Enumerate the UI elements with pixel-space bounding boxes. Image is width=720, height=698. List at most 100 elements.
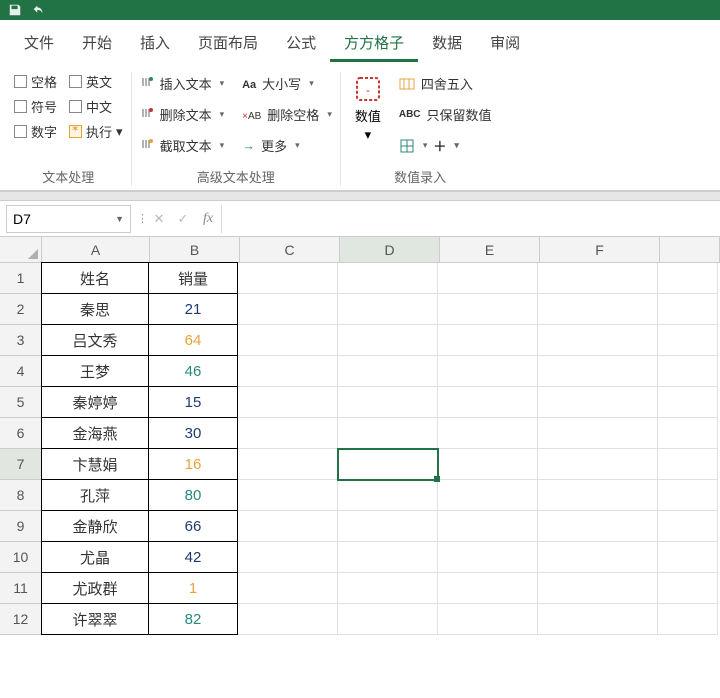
cell-E7[interactable] (438, 449, 538, 480)
cancel-formula-button[interactable]: ✕ (147, 211, 171, 227)
btn-删除文本[interactable]: 删除文本▾ (140, 103, 225, 126)
cell-B1[interactable]: 销量 (148, 262, 238, 294)
cell-F5[interactable] (538, 387, 658, 418)
numeric-button[interactable]: - 数值 ▾ (349, 72, 387, 145)
undo-icon[interactable] (32, 3, 46, 17)
cell-A2[interactable]: 秦思 (41, 293, 149, 325)
cell-B10[interactable]: 42 (148, 541, 238, 573)
btn-插入文本[interactable]: 插入文本▾ (140, 72, 225, 95)
cell-F3[interactable] (538, 325, 658, 356)
tab-公式[interactable]: 公式 (272, 26, 330, 62)
row-header-1[interactable]: 1 (0, 263, 42, 294)
cell-A10[interactable]: 尤晶 (41, 541, 149, 573)
row-header-10[interactable]: 10 (0, 542, 42, 573)
col-header-F[interactable]: F (540, 237, 660, 262)
row-header-8[interactable]: 8 (0, 480, 42, 511)
cell-B5[interactable]: 15 (148, 386, 238, 418)
formula-input[interactable] (221, 205, 720, 233)
checkbox-中文[interactable]: 中文 (69, 97, 112, 116)
tab-文件[interactable]: 文件 (10, 26, 68, 62)
add-button[interactable]: ＋▾ (433, 134, 459, 157)
cell-B6[interactable]: 30 (148, 417, 238, 449)
cell-D7[interactable] (338, 449, 438, 480)
col-header-E[interactable]: E (440, 237, 540, 262)
cell-D2[interactable] (338, 294, 438, 325)
cell-A8[interactable]: 孔萍 (41, 479, 149, 511)
cell-B7[interactable]: 16 (148, 448, 238, 480)
cell-F11[interactable] (538, 573, 658, 604)
cell-C10[interactable] (238, 542, 338, 573)
cell-D5[interactable] (338, 387, 438, 418)
cell-D6[interactable] (338, 418, 438, 449)
cell-A3[interactable]: 吕文秀 (41, 324, 149, 356)
cell-C11[interactable] (238, 573, 338, 604)
row-header-2[interactable]: 2 (0, 294, 42, 325)
cell-F4[interactable] (538, 356, 658, 387)
cell-C4[interactable] (238, 356, 338, 387)
cell-D3[interactable] (338, 325, 438, 356)
cell-A6[interactable]: 金海燕 (41, 417, 149, 449)
keep-numeric-button[interactable]: ABC 只保留数值 (399, 103, 492, 126)
cell-A9[interactable]: 金静欣 (41, 510, 149, 542)
cell-B2[interactable]: 21 (148, 293, 238, 325)
cell-C7[interactable] (238, 449, 338, 480)
cell-E2[interactable] (438, 294, 538, 325)
chevron-down-icon[interactable]: ▼ (115, 214, 124, 224)
row-header-4[interactable]: 4 (0, 356, 42, 387)
cell-F10[interactable] (538, 542, 658, 573)
format-button[interactable]: ▾ (399, 136, 428, 156)
cell-E11[interactable] (438, 573, 538, 604)
cell-B4[interactable]: 46 (148, 355, 238, 387)
cell-F2[interactable] (538, 294, 658, 325)
col-header-B[interactable]: B (150, 237, 240, 262)
cell-F7[interactable] (538, 449, 658, 480)
cell-D4[interactable] (338, 356, 438, 387)
save-icon[interactable] (8, 3, 22, 17)
cell-F12[interactable] (538, 604, 658, 635)
select-all-triangle[interactable] (0, 237, 42, 262)
row-header-5[interactable]: 5 (0, 387, 42, 418)
cell-A7[interactable]: 卞慧娟 (41, 448, 149, 480)
spreadsheet-grid[interactable]: ABCDEF 1姓名销量2秦思213吕文秀644王梦465秦婷婷156金海燕30… (0, 237, 720, 635)
cell-A1[interactable]: 姓名 (41, 262, 149, 294)
cell-C8[interactable] (238, 480, 338, 511)
btn-删除空格[interactable]: ×AB删除空格▾ (242, 103, 332, 126)
cell-E9[interactable] (438, 511, 538, 542)
cell-F9[interactable] (538, 511, 658, 542)
round-button[interactable]: 四舍五入 (399, 72, 492, 95)
col-header-C[interactable]: C (240, 237, 340, 262)
cell-E4[interactable] (438, 356, 538, 387)
cell-F8[interactable] (538, 480, 658, 511)
row-header-9[interactable]: 9 (0, 511, 42, 542)
cell-B8[interactable]: 80 (148, 479, 238, 511)
cell-C3[interactable] (238, 325, 338, 356)
cell-E10[interactable] (438, 542, 538, 573)
row-header-11[interactable]: 11 (0, 573, 42, 604)
cell-F1[interactable] (538, 263, 658, 294)
cell-E6[interactable] (438, 418, 538, 449)
checkbox-英文[interactable]: 英文 (69, 72, 112, 91)
cell-A11[interactable]: 尤政群 (41, 572, 149, 604)
cell-C5[interactable] (238, 387, 338, 418)
col-header-A[interactable]: A (42, 237, 150, 262)
checkbox-符号[interactable]: 符号 (14, 97, 57, 116)
tab-审阅[interactable]: 审阅 (476, 26, 534, 62)
cell-B11[interactable]: 1 (148, 572, 238, 604)
cell-D1[interactable] (338, 263, 438, 294)
checkbox-数字[interactable]: 数字 (14, 122, 57, 141)
cell-D10[interactable] (338, 542, 438, 573)
col-header-D[interactable]: D (340, 237, 440, 262)
tab-插入[interactable]: 插入 (126, 26, 184, 62)
cell-B12[interactable]: 82 (148, 603, 238, 635)
cell-A12[interactable]: 许翠翠 (41, 603, 149, 635)
cell-C12[interactable] (238, 604, 338, 635)
cell-A5[interactable]: 秦婷婷 (41, 386, 149, 418)
cell-E5[interactable] (438, 387, 538, 418)
row-header-12[interactable]: 12 (0, 604, 42, 635)
cell-B3[interactable]: 64 (148, 324, 238, 356)
cell-D12[interactable] (338, 604, 438, 635)
cell-E12[interactable] (438, 604, 538, 635)
cell-D9[interactable] (338, 511, 438, 542)
cell-C2[interactable] (238, 294, 338, 325)
row-header-6[interactable]: 6 (0, 418, 42, 449)
